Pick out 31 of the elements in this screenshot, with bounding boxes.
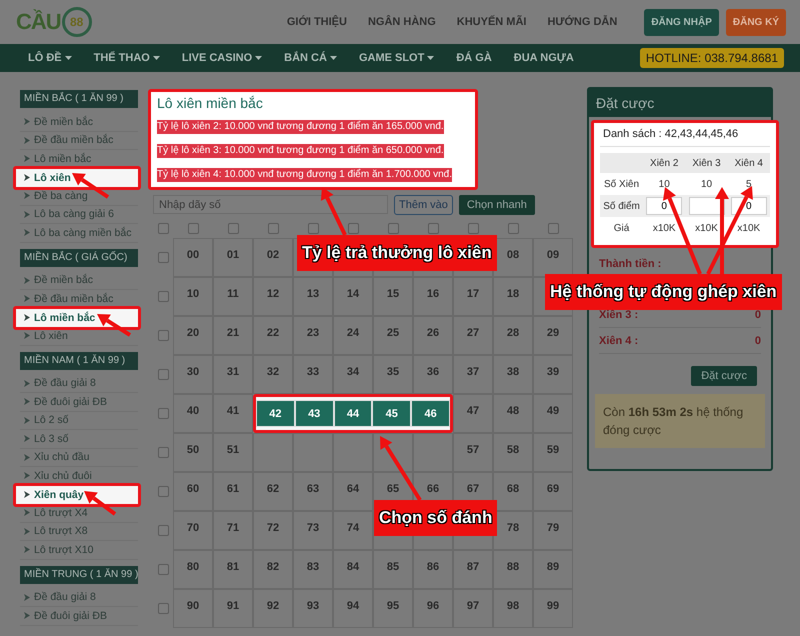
table-cell: 10 — [643, 173, 686, 195]
callout-tooltip: Chọn số đánh — [374, 500, 498, 536]
section-header: MIỀN NAM ( 1 ĂN 99 ) — [20, 352, 138, 370]
total-label: Thành tiền : — [599, 258, 662, 270]
table-cell: x10K — [643, 217, 686, 239]
rate-text: Tỷ lệ lô xiên 4: 10.000 vnđ tương đương 1 điểm ăn 1.700.000 vnđ. — [157, 168, 452, 182]
panel-title: Đặt cược — [589, 89, 771, 117]
table-cell: 5 — [728, 173, 770, 195]
table-cell: x10K — [685, 217, 728, 239]
number-list: Danh sách : 42,43,44,45,46 — [600, 126, 770, 147]
section-header: MIỀN TRUNG ( 1 ĂN 99 ) — [20, 566, 138, 584]
total-value: 0 — [754, 334, 761, 346]
rate-text: Tỷ lệ lô xiên 2: 10.000 vnđ tương đương 1 điểm ăn 165.000 vnđ. — [157, 120, 444, 134]
countdown-notice: Còn 16h 53m 2s hệ thống đóng cược — [595, 394, 765, 448]
section-header: MIỀN BẮC ( 1 ĂN 99 ) — [20, 90, 138, 108]
table-cell: x10K — [728, 217, 770, 239]
total-label: Xiên 3 : — [599, 308, 638, 320]
panel-title: Lô xiên miền bắc — [157, 95, 264, 112]
total-value: 0 — [754, 308, 761, 320]
callout-tooltip: Hệ thống tự động ghép xiên — [545, 274, 782, 310]
column-header: Xiên 4 — [728, 153, 770, 173]
column-header: Xiên 3 — [685, 153, 728, 173]
row-label: Số điểm — [600, 195, 644, 217]
row-label: Số Xiên — [600, 173, 644, 195]
table-cell: 10 — [685, 173, 728, 195]
callout-tooltip: Tỷ lệ trả thưởng lô xiên — [297, 235, 497, 271]
total-label: Xiên 4 : — [599, 334, 638, 346]
row-label: Giá — [600, 217, 644, 239]
section-header: MIỀN BẮC ( GIÁ GỐC) — [20, 248, 138, 266]
rate-text: Tỷ lệ lô xiên 3: 10.000 vnđ tương đương 1 điểm ăn 650.000 vnđ. — [157, 144, 444, 158]
column-header: Xiên 2 — [643, 153, 686, 173]
